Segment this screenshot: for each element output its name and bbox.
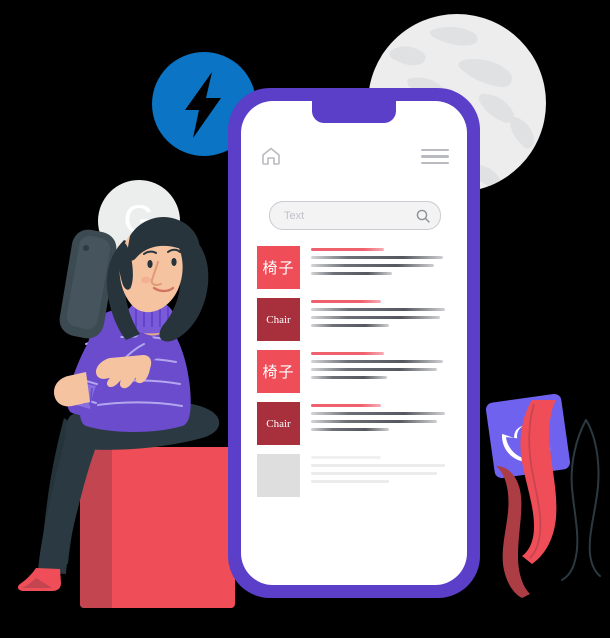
list-item-body-line (311, 368, 437, 371)
list-item[interactable]: 椅子 (241, 246, 467, 289)
list-item-body-line (311, 256, 443, 259)
list-item[interactable]: 椅子 (241, 350, 467, 393)
search-magnifier-icon[interactable] (416, 209, 430, 223)
list-item[interactable] (241, 454, 467, 497)
list-item-body-line (311, 308, 446, 311)
list-item-body-line (311, 264, 435, 267)
list-item-text-lines (311, 350, 451, 384)
decorative-leaves (478, 400, 610, 638)
list-item-body-line (311, 472, 437, 475)
woman-with-phone (18, 190, 248, 610)
phone-mockup: Text 椅子 Chair 椅子 Chair (228, 88, 480, 598)
list-item-thumbnail: 椅子 (257, 350, 300, 393)
list-item-thumbnail: Chair (257, 402, 300, 445)
list-item-title-line (311, 248, 384, 251)
list-item-body-line (311, 464, 446, 467)
list-item[interactable]: Chair (241, 298, 467, 341)
list-item-title-line (311, 404, 381, 407)
list-item-body-line (311, 324, 390, 327)
list-item-text-lines (311, 298, 451, 332)
list-item-text-lines (311, 402, 451, 436)
list-item-body-line (311, 412, 446, 415)
list-item-text-lines (311, 246, 451, 280)
list-item-title-line (311, 352, 384, 355)
search-input[interactable]: Text (269, 201, 441, 230)
list-item-title-line (311, 456, 381, 459)
list-item-body-line (311, 428, 390, 431)
list-item-body-line (311, 420, 437, 423)
list-item-thumbnail: 椅子 (257, 246, 300, 289)
list-item[interactable]: Chair (241, 402, 467, 445)
search-placeholder: Text (284, 209, 305, 222)
illustration-canvas: G Text 椅子 Chair 椅子 Chair (0, 0, 610, 638)
list-item-body-line (311, 360, 443, 363)
list-item-thumbnail (257, 454, 300, 497)
list-item-text-lines (311, 454, 451, 488)
home-icon[interactable] (260, 145, 282, 167)
list-item-title-line (311, 300, 381, 303)
list-item-body-line (311, 316, 440, 319)
list-item-thumbnail: Chair (257, 298, 300, 341)
search-results-list: 椅子 Chair 椅子 Chair (241, 246, 467, 506)
list-item-body-line (311, 272, 393, 275)
app-header (241, 145, 467, 179)
hamburger-menu-icon[interactable] (421, 149, 449, 164)
phone-notch (312, 101, 396, 123)
list-item-body-line (311, 480, 390, 483)
list-item-body-line (311, 376, 387, 379)
phone-screen: Text 椅子 Chair 椅子 Chair (241, 101, 467, 585)
